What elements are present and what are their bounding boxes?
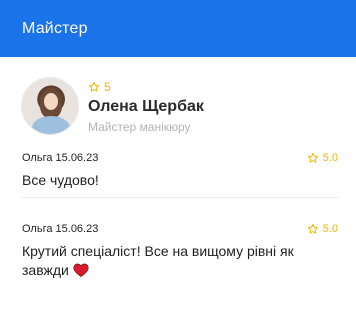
master-info: 5 Олена Щербак Майстер манікюру: [88, 80, 204, 134]
review-rating-value: 5.0: [322, 152, 338, 164]
master-name: Олена Щербак: [88, 98, 204, 115]
master-profile: 5 Олена Щербак Майстер манікюру: [22, 78, 204, 134]
review-author-date: Ольга 15.06.23: [22, 152, 99, 164]
review-rating: 5.0: [307, 223, 338, 235]
master-role: Майстер манікюру: [88, 120, 191, 134]
review-text: Все чудово!: [22, 172, 99, 188]
app-bar: Майстер: [0, 0, 356, 57]
heart-icon: [73, 263, 89, 277]
page-title: Майстер: [22, 19, 88, 37]
master-rating-value: 5: [104, 80, 111, 94]
star-icon: [307, 223, 319, 235]
master-rating: 5: [88, 80, 204, 94]
review-text: Крутий спеціаліст! Все на вищому рівні я…: [22, 243, 294, 278]
review-rating-value: 5.0: [322, 223, 338, 235]
review-item: Ольга 15.06.23 5.0 Крутий спеціаліст! Вс…: [22, 222, 338, 280]
review-text-container: Крутий спеціаліст! Все на вищому рівні я…: [22, 242, 338, 280]
review-author-date: Ольга 15.06.23: [22, 223, 99, 235]
avatar: [22, 78, 78, 134]
review-item: Ольга 15.06.23 5.0 Все чудово!: [22, 151, 338, 190]
star-icon: [307, 152, 319, 164]
review-rating: 5.0: [307, 152, 338, 164]
divider: [22, 197, 338, 198]
star-icon: [88, 81, 100, 93]
